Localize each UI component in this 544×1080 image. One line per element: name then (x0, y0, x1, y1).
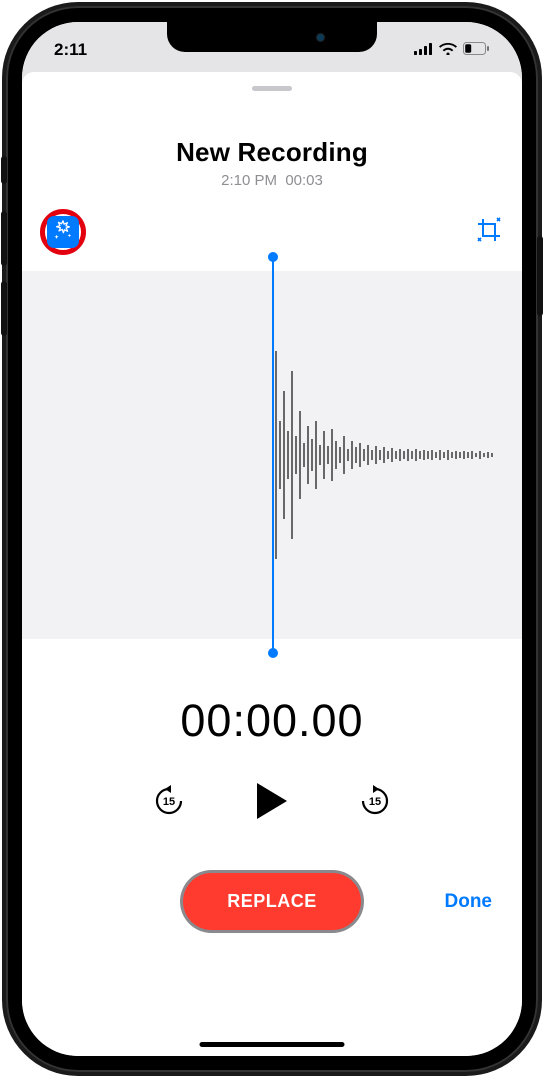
replace-button[interactable]: REPLACE (183, 873, 361, 930)
waveform-icon (272, 271, 522, 639)
wifi-icon (439, 43, 457, 55)
battery-icon (463, 42, 490, 55)
svg-text:15: 15 (163, 796, 175, 808)
status-time: 2:11 (54, 40, 87, 60)
playback-controls: 15 15 (22, 781, 522, 825)
annotation-highlight-circle (40, 209, 86, 255)
home-indicator[interactable] (200, 1042, 345, 1047)
editor-sheet: New Recording 2:10 PM 00:03 (22, 72, 522, 1056)
mute-switch (1, 156, 7, 184)
svg-text:15: 15 (369, 796, 381, 808)
power-button (537, 236, 543, 316)
enhance-icon (52, 219, 74, 246)
recording-meta: 2:10 PM 00:03 (22, 172, 522, 189)
phone-frame: 2:11 New Recording 2:10 PM 00:03 (6, 6, 538, 1072)
crop-icon (475, 216, 503, 249)
skip-back-button[interactable]: 15 (152, 786, 186, 820)
enhance-button[interactable] (47, 216, 79, 248)
recording-timestamp: 2:10 PM (221, 172, 277, 189)
play-button[interactable] (250, 781, 294, 825)
waveform-area[interactable] (22, 271, 522, 639)
playback-time: 00:00.00 (22, 695, 522, 747)
recording-title[interactable]: New Recording (22, 137, 522, 168)
done-button[interactable]: Done (445, 891, 493, 913)
volume-down (1, 281, 7, 336)
sheet-handle[interactable] (252, 86, 292, 91)
skip-back-15-icon: 15 (152, 784, 186, 823)
skip-forward-15-icon: 15 (358, 784, 392, 823)
edit-toolbar (22, 207, 522, 257)
recording-duration: 00:03 (285, 172, 323, 189)
play-icon (254, 781, 290, 826)
playhead[interactable] (272, 257, 274, 653)
cellular-icon (414, 43, 433, 55)
bottom-actions: REPLACE Done (22, 873, 522, 930)
trim-button[interactable] (474, 217, 504, 247)
notch (167, 22, 377, 52)
screen: 2:11 New Recording 2:10 PM 00:03 (22, 22, 522, 1056)
volume-up (1, 211, 7, 266)
skip-forward-button[interactable]: 15 (358, 786, 392, 820)
